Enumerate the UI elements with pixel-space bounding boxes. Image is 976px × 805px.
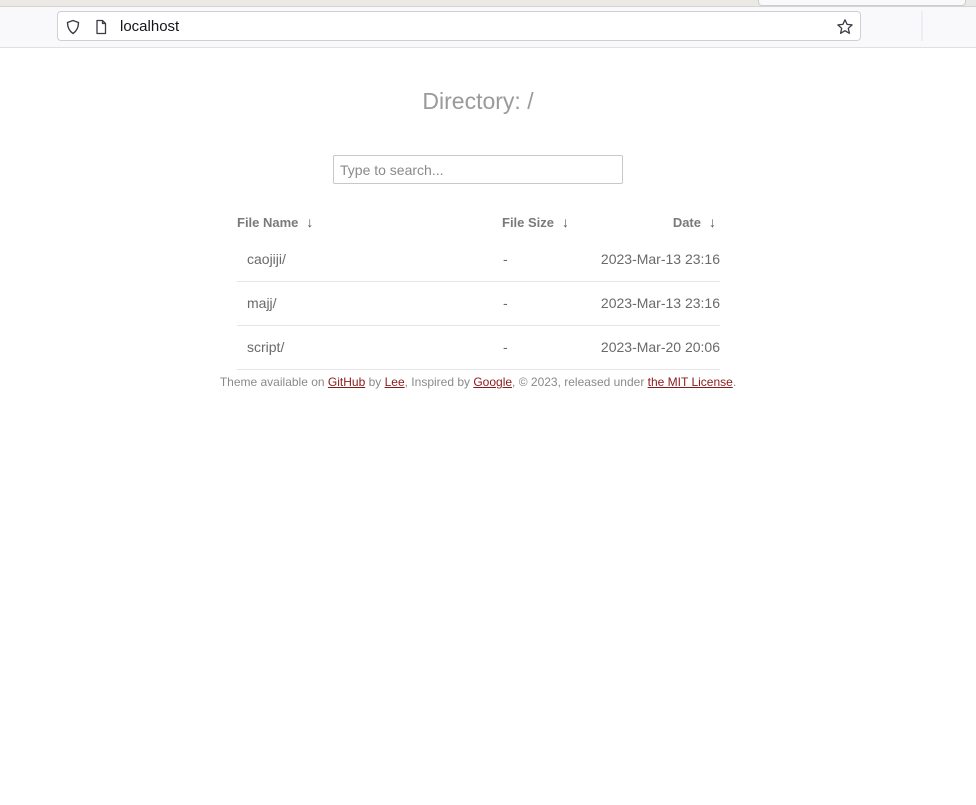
page-icon[interactable] — [92, 18, 110, 36]
file-size: - — [503, 339, 508, 355]
author-link[interactable]: Lee — [385, 375, 405, 389]
bookmark-star-icon[interactable] — [836, 18, 854, 36]
page-title: Directory: / — [422, 88, 534, 114]
file-date: 2023-Mar-13 23:16 — [600, 251, 720, 267]
file-size: - — [503, 295, 508, 311]
table-row: script/ - 2023-Mar-20 20:06 — [237, 326, 720, 370]
footer-text: , © 2023, released under — [512, 375, 648, 389]
address-bar[interactable]: localhost — [57, 11, 861, 41]
footer-text: . — [732, 375, 737, 389]
column-label: Date — [672, 214, 701, 230]
browser-tab[interactable] — [758, 0, 966, 6]
file-date: 2023-Mar-13 23:16 — [600, 295, 720, 311]
browser-toolbar: localhost — [0, 7, 976, 48]
footer-text: , Inspired by — [404, 375, 474, 389]
column-header-file-name[interactable]: File Name ↓ — [237, 214, 313, 230]
column-header-date[interactable]: Date ↓ — [673, 214, 716, 230]
sort-arrow-icon: ↓ — [562, 214, 570, 230]
column-header-file-size[interactable]: File Size ↓ — [502, 214, 569, 230]
file-date: 2023-Mar-20 20:06 — [600, 339, 720, 355]
search-input[interactable] — [333, 155, 623, 184]
url-text[interactable]: localhost — [120, 18, 179, 36]
shield-icon[interactable] — [64, 18, 82, 36]
sort-arrow-icon: ↓ — [709, 214, 716, 230]
footer-text: Theme available on — [219, 375, 328, 389]
file-link[interactable]: script/ — [247, 339, 284, 355]
github-link[interactable]: GitHub — [328, 375, 365, 389]
column-label: File Size — [502, 214, 555, 230]
table-row: majj/ - 2023-Mar-13 23:16 — [237, 282, 720, 326]
file-table: File Name ↓ File Size ↓ Date ↓ caojiji/ … — [237, 206, 720, 370]
footer-text: by — [365, 375, 385, 389]
file-link[interactable]: caojiji/ — [247, 251, 286, 267]
sort-arrow-icon: ↓ — [306, 214, 314, 230]
table-header: File Name ↓ File Size ↓ Date ↓ — [237, 206, 720, 238]
file-size: - — [503, 251, 508, 267]
license-link[interactable]: the MIT License — [648, 375, 733, 389]
file-link[interactable]: majj/ — [247, 295, 277, 311]
google-link[interactable]: Google — [473, 375, 512, 389]
page-footer: Theme available on GitHub by Lee, Inspir… — [0, 375, 956, 389]
toolbar-divider — [921, 11, 923, 41]
tab-strip — [0, 0, 976, 7]
column-label: File Name — [237, 214, 299, 230]
table-row: caojiji/ - 2023-Mar-13 23:16 — [237, 238, 720, 282]
